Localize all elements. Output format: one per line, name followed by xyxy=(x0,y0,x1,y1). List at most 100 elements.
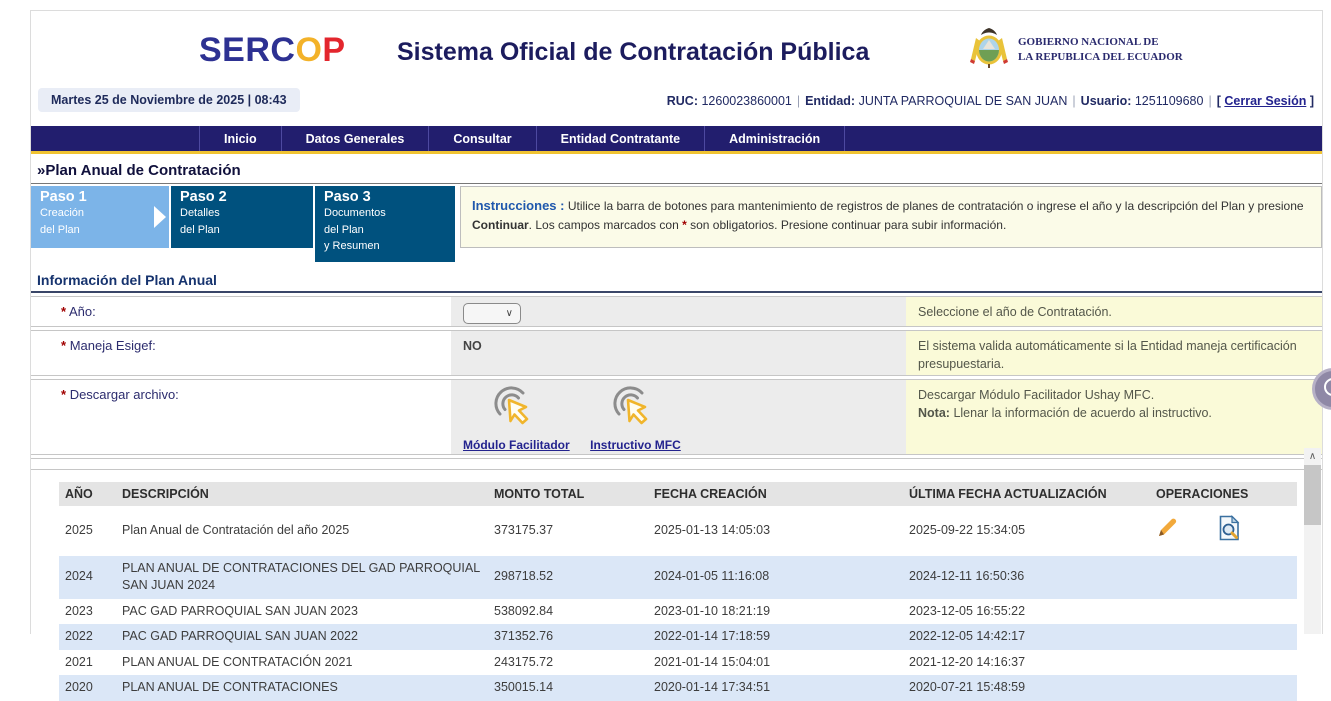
download-help-line1: Descargar Módulo Facilitador Ushay MFC. xyxy=(918,386,1310,404)
download-modulo-facilitador[interactable]: Módulo Facilitador xyxy=(463,386,570,452)
form-footer-strip xyxy=(31,458,1322,470)
ruc-label: RUC: xyxy=(667,94,698,108)
instructivo-mfc-link[interactable]: Instructivo MFC xyxy=(590,438,681,452)
step-arrow-icon xyxy=(154,206,166,228)
step-3-line1: Documentos xyxy=(324,205,446,222)
click-download-icon[interactable] xyxy=(612,419,658,436)
step-3-title: Paso 3 xyxy=(324,189,446,205)
table-header-row: AÑO DESCRIPCIÓN MONTO TOTAL FECHA CREACI… xyxy=(59,482,1297,506)
edit-pencil-icon[interactable] xyxy=(1156,517,1178,545)
session-bar: Martes 25 de Noviembre de 2025 | 08:43 R… xyxy=(31,87,1322,117)
nota-text: Llenar la información de acuerdo al inst… xyxy=(953,406,1211,420)
modulo-facilitador-link[interactable]: Módulo Facilitador xyxy=(463,438,570,452)
cell-created: 2025-01-13 14:05:03 xyxy=(648,506,903,556)
chevron-down-icon: ∨ xyxy=(506,308,513,319)
year-control-cell: ∨ xyxy=(451,297,906,326)
form-row-esigef: * Maneja Esigef: NO El sistema valida au… xyxy=(31,330,1322,376)
cell-description: PAC GAD PARROQUIAL SAN JUAN 2023 xyxy=(116,599,488,625)
cell-amount: 371352.76 xyxy=(488,624,648,650)
main-menu: Inicio Datos Generales Consultar Entidad… xyxy=(31,126,1322,154)
instructions-box: Instrucciones : Utilice la barra de boto… xyxy=(460,186,1322,248)
header: SERCOP Sistema Oficial de Contratación P… xyxy=(31,11,1322,87)
cell-amount: 350015.14 xyxy=(488,675,648,701)
step-1-creacion: Paso 1 Creación del Plan xyxy=(31,186,169,248)
esigef-control-cell: NO xyxy=(451,331,906,375)
date-display: Martes 25 de Noviembre de 2025 | 08:43 xyxy=(38,88,300,112)
cell-operations xyxy=(1150,624,1297,650)
download-label-text: Descargar archivo: xyxy=(70,387,179,402)
click-download-icon[interactable] xyxy=(493,419,539,436)
form-section-title: Información del Plan Anual xyxy=(31,270,1322,293)
session-info: RUC: 1260023860001|Entidad: JUNTA PARROQ… xyxy=(667,94,1314,108)
sercop-logo: SERCOP xyxy=(199,31,346,70)
cell-created: 2021-01-14 15:04:01 xyxy=(648,650,903,676)
year-help-text: Seleccione el año de Contratación. xyxy=(906,297,1322,326)
cell-year: 2022 xyxy=(59,624,116,650)
menu-item-entidad-contratante[interactable]: Entidad Contratante xyxy=(537,126,705,151)
bracket-open: [ xyxy=(1217,94,1221,108)
separator: | xyxy=(1067,94,1080,108)
page-title: »Plan Anual de Contratación xyxy=(31,159,1322,184)
cell-description: PLAN ANUAL DE CONTRATACIONES DEL GAD PAR… xyxy=(116,556,488,599)
cell-year: 2020 xyxy=(59,675,116,701)
download-label: * Descargar archivo: xyxy=(31,380,451,454)
menu-item-administracion[interactable]: Administración xyxy=(705,126,845,151)
plans-table: AÑO DESCRIPCIÓN MONTO TOTAL FECHA CREACI… xyxy=(59,482,1297,701)
cell-year: 2024 xyxy=(59,556,116,599)
cell-created: 2024-01-05 11:16:08 xyxy=(648,556,903,599)
cell-description: Plan Anual de Contratación del año 2025 xyxy=(116,506,488,556)
header-ano: AÑO xyxy=(59,482,116,506)
cell-amount: 373175.37 xyxy=(488,506,648,556)
cell-operations xyxy=(1150,556,1297,599)
ruc-value: 1260023860001 xyxy=(701,94,791,108)
instructions-bold-continuar: Continuar xyxy=(472,218,529,232)
cell-created: 2020-01-14 17:34:51 xyxy=(648,675,903,701)
esigef-value: NO xyxy=(463,337,894,353)
esigef-label: * Maneja Esigef: xyxy=(31,331,451,375)
cell-created: 2023-01-10 18:21:19 xyxy=(648,599,903,625)
table-scrollbar[interactable]: ∧ xyxy=(1304,448,1321,634)
separator: | xyxy=(792,94,805,108)
form-row-download: * Descargar archivo: Módulo Facilitador xyxy=(31,379,1322,455)
instructions-text-2: . Los campos marcados con xyxy=(529,218,679,232)
required-asterisk: * xyxy=(682,218,687,232)
esigef-help-text: El sistema valida automáticamente si la … xyxy=(906,331,1322,375)
view-document-icon[interactable] xyxy=(1217,515,1241,547)
header-fecha-creacion: FECHA CREACIÓN xyxy=(648,482,903,506)
cell-amount: 298718.52 xyxy=(488,556,648,599)
cell-year: 2021 xyxy=(59,650,116,676)
cell-updated: 2020-07-21 15:48:59 xyxy=(903,675,1150,701)
esigef-label-text: Maneja Esigef: xyxy=(70,338,156,353)
nota-label: Nota: xyxy=(918,406,950,420)
cell-operations xyxy=(1150,650,1297,676)
cell-year: 2023 xyxy=(59,599,116,625)
bracket-close: ] xyxy=(1310,94,1314,108)
cell-amount: 538092.84 xyxy=(488,599,648,625)
table-row: 2021 PLAN ANUAL DE CONTRATACIÓN 2021 243… xyxy=(59,650,1297,676)
year-label-text: Año: xyxy=(69,304,96,319)
ecuador-coat-of-arms-icon xyxy=(969,25,1009,74)
sercop-logo-serc: SERC xyxy=(199,31,295,69)
form-row-year: * Año: ∨ Seleccione el año de Contrataci… xyxy=(31,296,1322,327)
menu-item-datos-generales[interactable]: Datos Generales xyxy=(282,126,430,151)
table-row: 2025 Plan Anual de Contratación del año … xyxy=(59,506,1297,556)
logout-link[interactable]: Cerrar Sesión xyxy=(1224,94,1306,108)
year-label: * Año: xyxy=(31,297,451,326)
scrollbar-thumb[interactable] xyxy=(1304,465,1321,525)
cell-operations xyxy=(1150,599,1297,625)
gov-line-1: GOBIERNO NACIONAL DE xyxy=(1018,35,1183,49)
step-3-line3: y Resumen xyxy=(324,238,446,255)
scroll-up-button[interactable]: ∧ xyxy=(1304,448,1321,464)
step-1-line1: Creación xyxy=(40,205,160,222)
download-instructivo-mfc[interactable]: Instructivo MFC xyxy=(590,386,681,452)
cell-amount: 243175.72 xyxy=(488,650,648,676)
system-title: Sistema Oficial de Contratación Pública xyxy=(397,38,869,67)
step-2-detalles: Paso 2 Detalles del Plan xyxy=(171,186,313,248)
step-3-documentos: Paso 3 Documentos del Plan y Resumen xyxy=(315,186,455,262)
menu-item-inicio[interactable]: Inicio xyxy=(199,126,282,151)
wizard-steps-row: Paso 1 Creación del Plan Paso 2 Detalles… xyxy=(31,186,1322,262)
year-select[interactable]: ∨ xyxy=(463,303,521,324)
menu-item-consultar[interactable]: Consultar xyxy=(429,126,536,151)
header-descripcion: DESCRIPCIÓN xyxy=(116,482,488,506)
government-brand: GOBIERNO NACIONAL DE LA REPUBLICA DEL EC… xyxy=(969,25,1183,74)
